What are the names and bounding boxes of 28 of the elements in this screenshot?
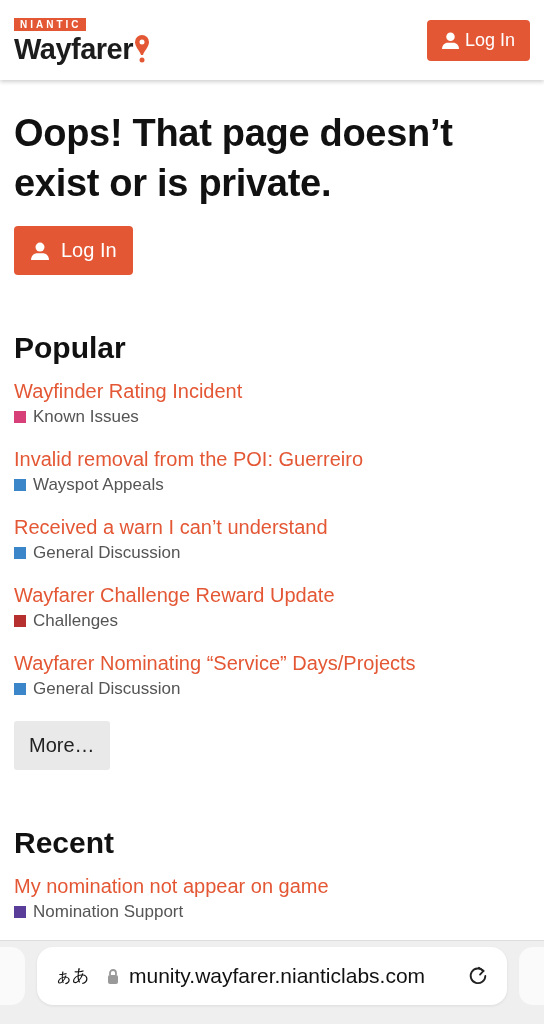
url-text: munity.wayfarer.nianticlabs.com: [129, 963, 427, 988]
brand-name: Wayfarer: [14, 34, 134, 64]
section-heading: Popular: [14, 331, 127, 365]
category-link[interactable]: Known Issues: [33, 405, 139, 429]
map-pin-icon: [135, 35, 150, 63]
section-heading: Recent: [14, 826, 116, 860]
text-size-button[interactable]: ぁあ: [55, 964, 89, 987]
category-link[interactable]: General Discussion: [33, 677, 181, 701]
user-icon: [31, 241, 49, 260]
topic-link[interactable]: Wayfarer Challenge Reward Update: [14, 581, 530, 609]
topic-link[interactable]: Received a warn I can’t understand: [14, 513, 530, 541]
topic-link[interactable]: Invalid removal from the POI: Guerreiro: [14, 445, 530, 473]
brand-badge: NIANTIC: [14, 18, 86, 31]
error-title: Oops! That page doesn’t exist or is private.: [14, 111, 454, 206]
login-button[interactable]: Log In: [426, 19, 530, 61]
topic-link[interactable]: My nomination not appear on game: [14, 872, 530, 900]
category-link[interactable]: Wayspot Appeals: [33, 473, 164, 497]
login-button[interactable]: Log In: [14, 226, 133, 275]
reload-icon[interactable]: [467, 964, 489, 987]
category-link[interactable]: Challenges: [33, 609, 119, 633]
lock-icon: [107, 967, 119, 984]
category-link[interactable]: General Discussion: [33, 541, 181, 565]
more-button[interactable]: More…: [14, 721, 110, 770]
topic-link[interactable]: Wayfarer Nominating “Service” Days/Projects: [14, 649, 530, 677]
user-icon: [441, 31, 459, 49]
category-link[interactable]: Nomination Support: [33, 900, 184, 924]
topic-link[interactable]: Wayfinder Rating Incident: [14, 377, 530, 405]
address-bar[interactable]: ぁあ munity.wayfarer.nianticlabs.com: [37, 946, 507, 1005]
